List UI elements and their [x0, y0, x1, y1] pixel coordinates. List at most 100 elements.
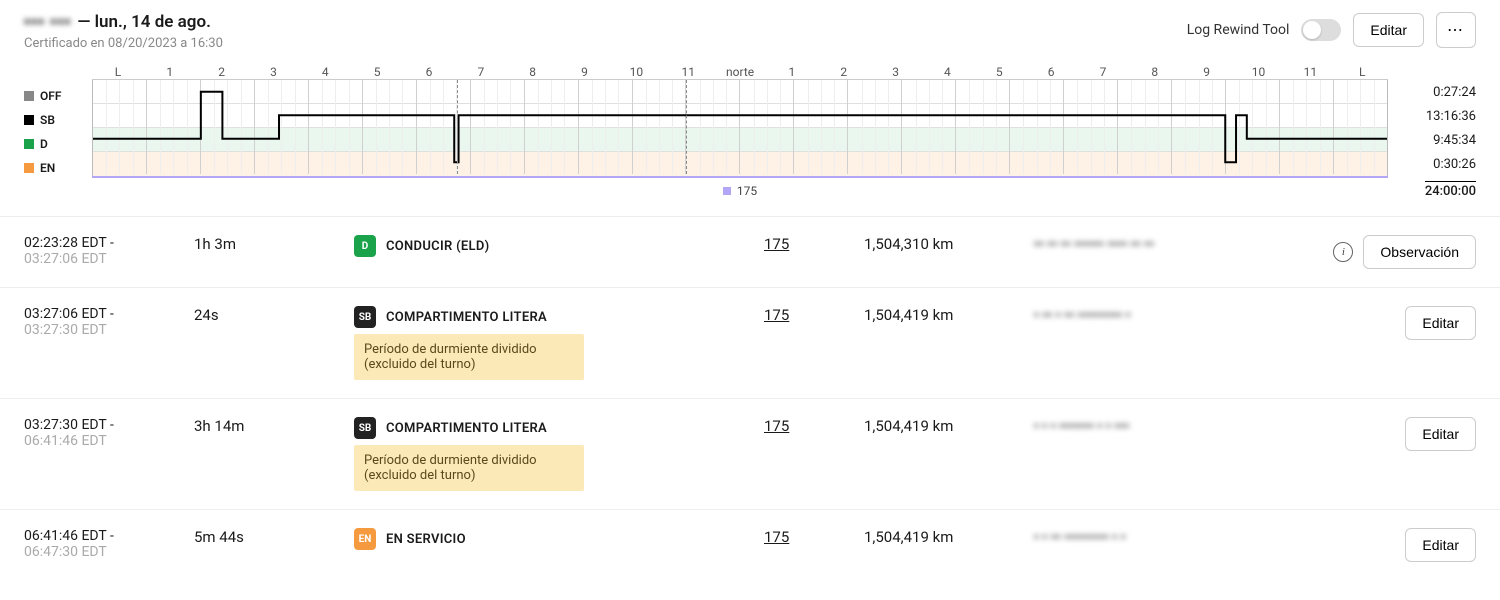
hour-axis: L1234567891011norte1234567891011L	[92, 59, 1388, 79]
row-actions: i Observación	[1304, 235, 1476, 269]
status-badge: SB	[354, 417, 376, 439]
total-en: 0:30:26	[1433, 157, 1476, 175]
hour-label: 11	[662, 65, 714, 79]
hour-label: 9	[1181, 65, 1233, 79]
status-col: ENEN SERVICIO	[354, 528, 754, 550]
time-range: 06:41:46 EDT -06:47:30 EDT	[24, 528, 184, 560]
time-range: 03:27:30 EDT -06:41:46 EDT	[24, 417, 184, 449]
total-sb: 13:16:36	[1426, 109, 1476, 127]
status-badge: SB	[354, 306, 376, 328]
hour-label: 7	[1077, 65, 1129, 79]
lanes[interactable]	[92, 79, 1388, 175]
driver-name-masked: ▪▪▪ ▪▪▪	[24, 12, 71, 32]
vehicle-legend: 175	[92, 178, 1388, 200]
row-actions: Editar	[1304, 528, 1476, 562]
log-date: — lun., 14 de ago.	[77, 12, 211, 32]
total-sum: 24:00:00	[1425, 181, 1476, 199]
location-masked: ▪ ▪▪ ▪ ▪▪ ▪▪▪▪▪▪▪▪▪ ▪	[1034, 306, 1294, 323]
odometer: 1,504,419 km	[864, 417, 1024, 435]
hour-label: 5	[973, 65, 1025, 79]
status-col: SB COMPARTIMENTO LITERA Período de durmien…	[354, 417, 754, 491]
square-icon	[24, 139, 34, 149]
header-actions: Log Rewind Tool Editar ⋯	[1187, 12, 1476, 48]
square-icon	[24, 115, 34, 125]
status-label: COMPARTIMENTO LITERA	[386, 310, 547, 325]
event-list: 02:23:28 EDT -03:27:06 EDT1h 3mDCONDUCIR…	[0, 216, 1500, 580]
hour-label: 1	[144, 65, 196, 79]
status-line	[93, 80, 1387, 174]
hour-label: 4	[922, 65, 974, 79]
certified-text: Certificado en 08/20/2023 a 16:30	[24, 36, 223, 51]
rewind-tool-label: Log Rewind Tool	[1187, 22, 1290, 38]
hour-label: 1	[766, 65, 818, 79]
location-masked: ▪ ▪ ▪▪ ▪▪▪▪▪▪▪▪▪ ▪ ▪	[1034, 528, 1294, 545]
total-off: 0:27:24	[1433, 85, 1476, 103]
hour-label: 6	[1025, 65, 1077, 79]
duration: 24s	[194, 306, 344, 324]
info-icon[interactable]: i	[1333, 242, 1353, 262]
hour-label: 8	[507, 65, 559, 79]
row-actions: Editar	[1304, 417, 1476, 451]
vehicle-link[interactable]: 175	[764, 417, 854, 435]
location-masked: ▪ ▪ ▪ ▪▪▪▪▪▪▪ ▪ ▪ ▪▪▪	[1034, 417, 1294, 434]
status-note: Período de durmiente dividido (excluido …	[354, 445, 584, 491]
hour-label: 4	[299, 65, 351, 79]
legend-en: EN	[24, 159, 84, 177]
row-action-button[interactable]: Editar	[1405, 528, 1476, 562]
odometer: 1,504,419 km	[864, 306, 1024, 324]
hour-label: 8	[1129, 65, 1181, 79]
hour-label: 11	[1284, 65, 1336, 79]
page-header: ▪▪▪ ▪▪▪ — lun., 14 de ago. Certificado e…	[0, 0, 1500, 59]
more-menu-button[interactable]: ⋯	[1436, 12, 1476, 48]
time-range: 03:27:06 EDT -03:27:30 EDT	[24, 306, 184, 338]
hour-label: 9	[559, 65, 611, 79]
hour-label: 2	[818, 65, 870, 79]
vehicle-link[interactable]: 175	[764, 306, 854, 324]
row-action-button[interactable]: Observación	[1363, 235, 1476, 269]
hour-label: 3	[870, 65, 922, 79]
lane-totals: 0:27:24 13:16:36 9:45:34 0:30:26 24:00:0…	[1396, 59, 1476, 200]
duration: 3h 14m	[194, 417, 344, 435]
status-badge: D	[354, 235, 376, 257]
hour-label: 6	[403, 65, 455, 79]
hour-label: L	[1336, 65, 1388, 79]
page-title: ▪▪▪ ▪▪▪ — lun., 14 de ago.	[24, 12, 223, 32]
legend-sb: SB	[24, 111, 84, 129]
dash-marker	[457, 80, 458, 174]
row-action-button[interactable]: Editar	[1405, 306, 1476, 340]
event-row: 03:27:30 EDT -06:41:46 EDT 3h 14m SB COMPAR…	[0, 398, 1500, 509]
duration: 1h 3m	[194, 235, 344, 253]
rewind-toggle[interactable]	[1301, 19, 1341, 41]
vehicle-link[interactable]: 175	[764, 235, 854, 253]
more-icon: ⋯	[1447, 20, 1465, 40]
total-d: 9:45:34	[1433, 133, 1476, 151]
vehicle-link[interactable]: 175	[764, 528, 854, 546]
hour-label: 10	[1233, 65, 1285, 79]
edit-button[interactable]: Editar	[1353, 13, 1424, 47]
row-actions: Editar	[1304, 306, 1476, 340]
odometer: 1,504,310 km	[864, 235, 1024, 253]
hos-chart: OFF SB D EN L1234567891011norte123456789…	[0, 59, 1500, 204]
hour-label: 7	[455, 65, 507, 79]
hour-label: 10	[610, 65, 662, 79]
chart-body: L1234567891011norte1234567891011L 175	[92, 59, 1388, 200]
square-icon	[24, 163, 34, 173]
row-action-button[interactable]: Editar	[1405, 417, 1476, 451]
status-note: Período de durmiente dividido (excluido …	[354, 334, 584, 380]
header-left: ▪▪▪ ▪▪▪ — lun., 14 de ago. Certificado e…	[24, 12, 223, 51]
status-col: SB COMPARTIMENTO LITERA Período de durmien…	[354, 306, 754, 380]
status-label: CONDUCIR (ELD)	[386, 239, 490, 254]
duration: 5m 44s	[194, 528, 344, 546]
square-icon	[24, 91, 34, 101]
event-row: 03:27:06 EDT -03:27:30 EDT 24s SB COMPARTIM…	[0, 287, 1500, 398]
odometer: 1,504,419 km	[864, 528, 1024, 546]
hour-label: norte	[714, 65, 766, 79]
legend-off: OFF	[24, 87, 84, 105]
hour-label: 5	[351, 65, 403, 79]
status-label: COMPARTIMENTO LITERA	[386, 421, 547, 436]
status-badge: EN	[354, 528, 376, 550]
legend-d: D	[24, 135, 84, 153]
dash-marker	[686, 80, 687, 174]
status-col: D CONDUCIR (ELD)	[354, 235, 754, 257]
square-icon	[723, 187, 731, 195]
